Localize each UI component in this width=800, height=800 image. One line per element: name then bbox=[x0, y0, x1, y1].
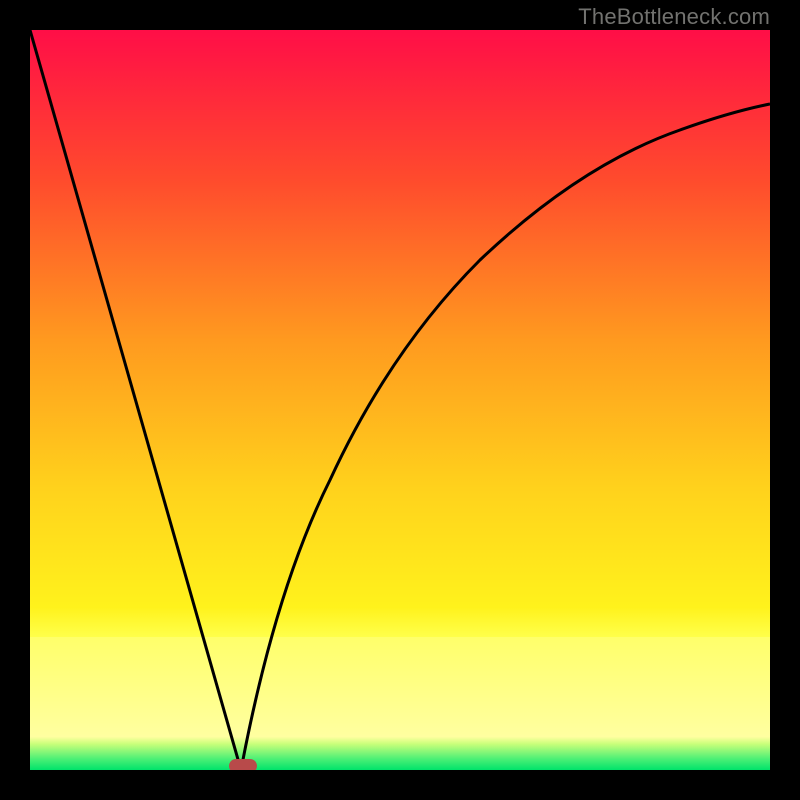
gradient-background bbox=[30, 30, 770, 770]
chart-plot bbox=[30, 30, 770, 770]
watermark-text: TheBottleneck.com bbox=[578, 4, 770, 30]
chart-frame: TheBottleneck.com bbox=[0, 0, 800, 800]
minimum-marker bbox=[229, 759, 257, 770]
